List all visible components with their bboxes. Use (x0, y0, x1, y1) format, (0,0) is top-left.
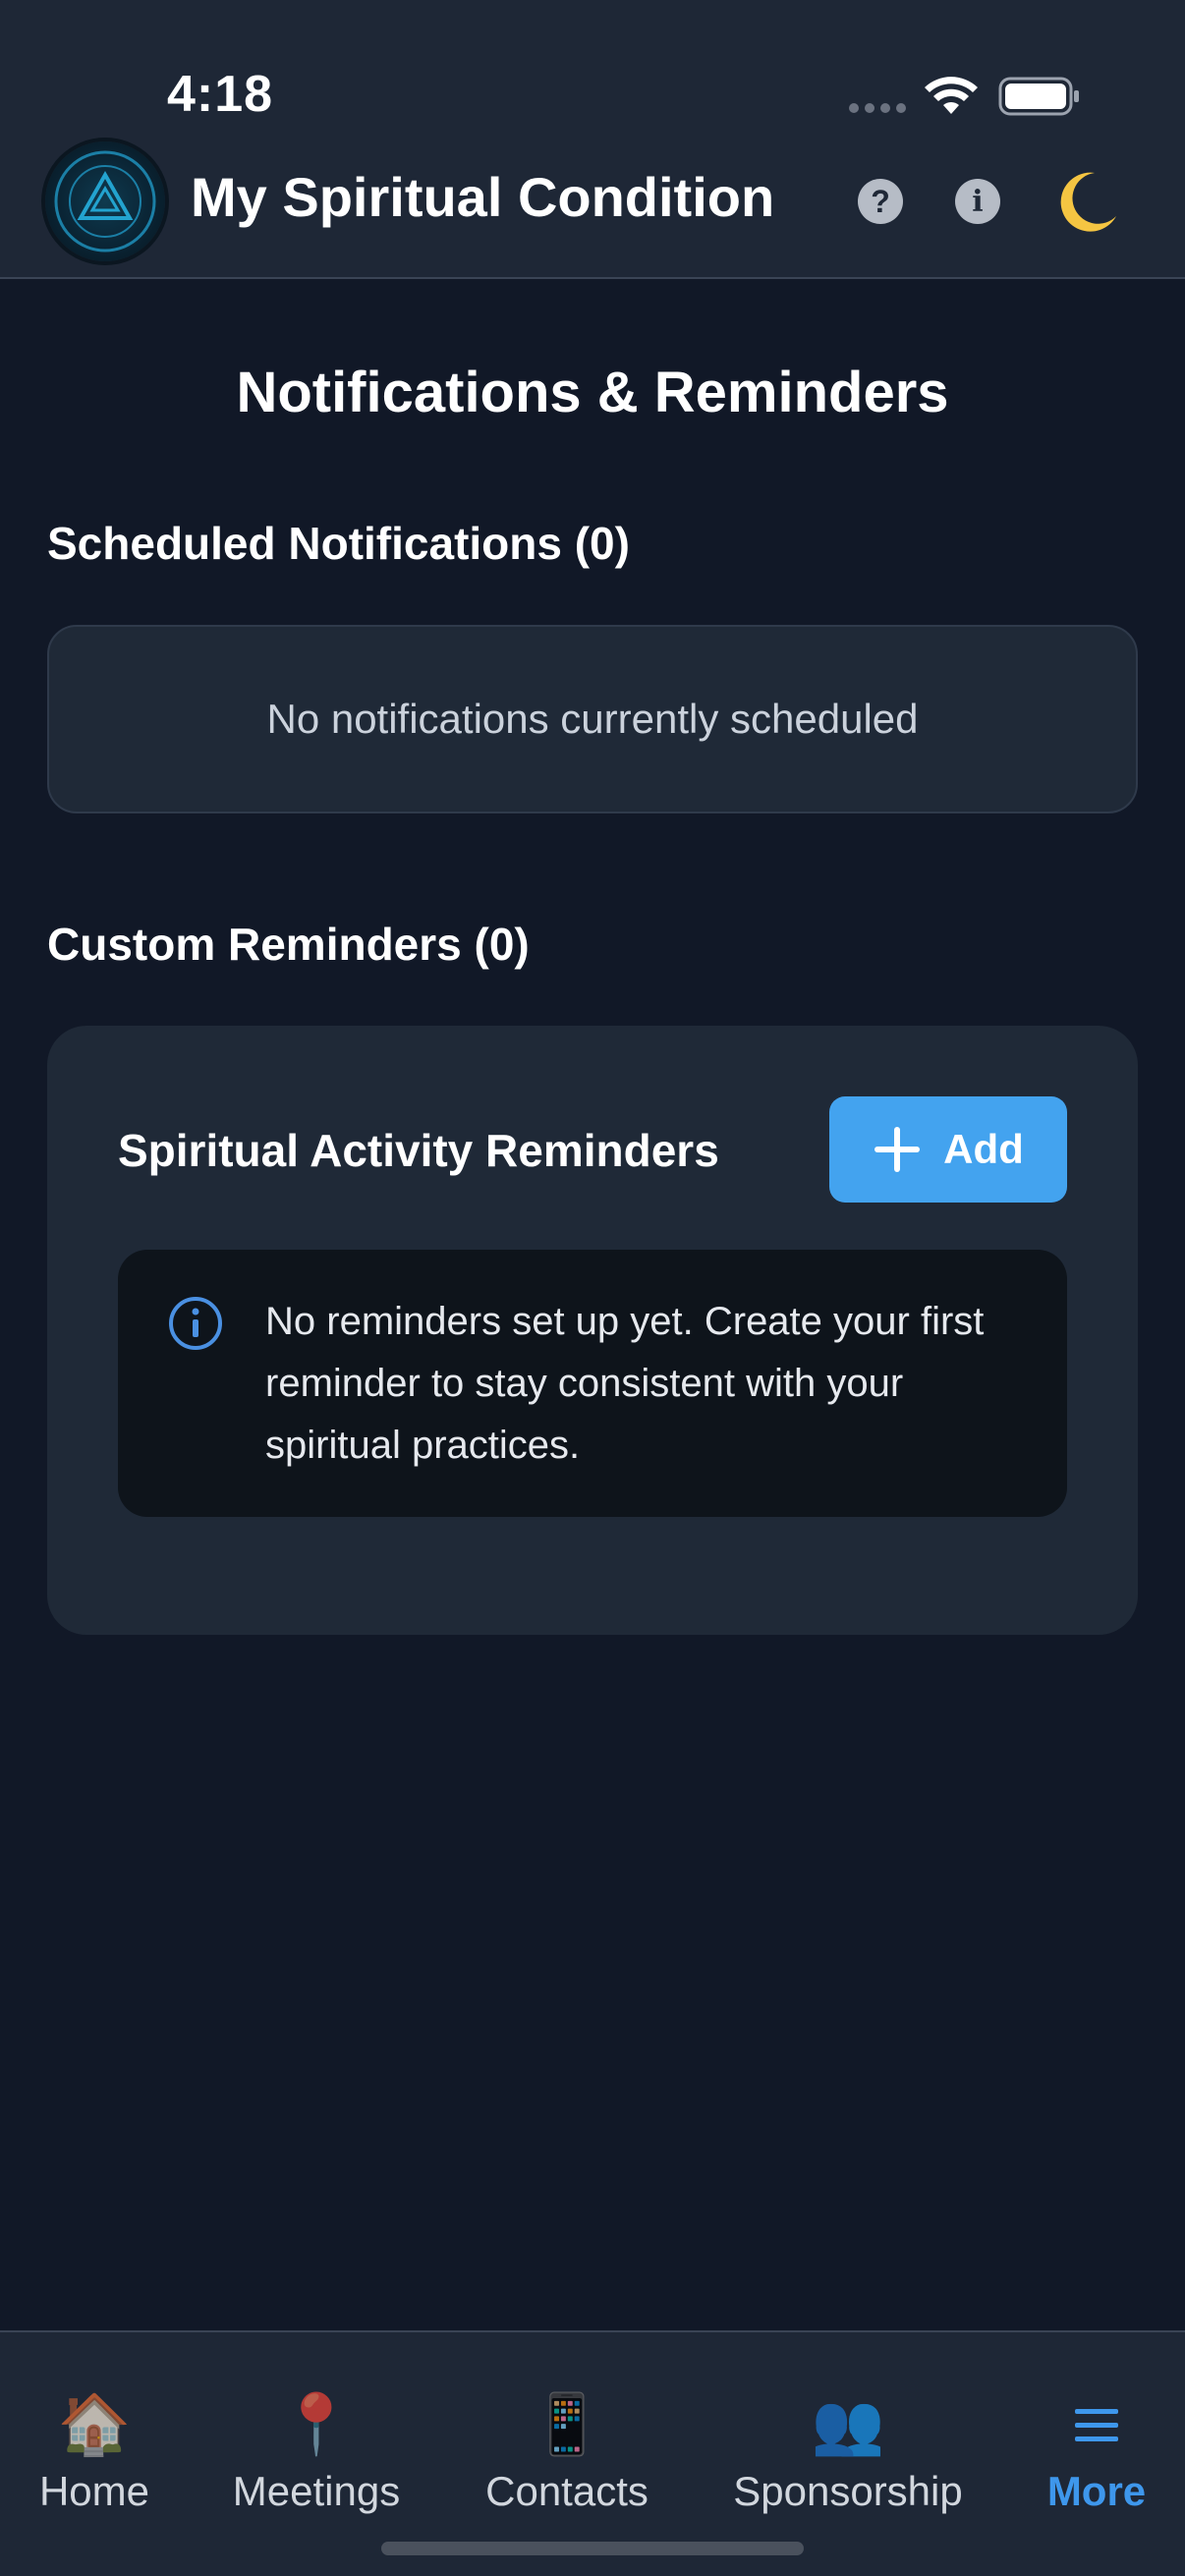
home-icon: 🏠 (57, 2391, 132, 2457)
logo-emblem-icon (54, 150, 156, 252)
nav-more-label: More (1046, 2468, 1147, 2514)
people-icon: 👥 (811, 2391, 885, 2457)
nav-more[interactable]: More (1036, 2387, 1157, 2515)
nav-contacts[interactable]: 📱 Contacts (476, 2387, 658, 2515)
menu-icon (1075, 2387, 1118, 2462)
bottom-navigation: 🏠 Home 📍 Meetings 📱 Contacts 👥 Sponsorsh… (0, 2330, 1185, 2576)
reminders-card: Spiritual Activity Reminders Add No remi… (47, 1026, 1138, 1635)
wifi-icon (925, 77, 978, 114)
reminders-card-title: Spiritual Activity Reminders (118, 1125, 719, 1176)
scheduled-empty-text: No notifications currently scheduled (266, 696, 919, 742)
app-title: My Spiritual Condition (191, 166, 775, 228)
battery-icon (998, 77, 1079, 116)
nav-sponsorship[interactable]: 👥 Sponsorship (727, 2387, 969, 2515)
nav-home[interactable]: 🏠 Home (35, 2387, 153, 2515)
plus-icon (875, 1127, 921, 1172)
nav-meetings[interactable]: 📍 Meetings (224, 2387, 409, 2515)
custom-reminders-heading: Custom Reminders (0) (47, 919, 530, 970)
pin-icon: 📍 (279, 2391, 354, 2457)
cellular-signal-icon (849, 103, 906, 113)
moon-icon[interactable] (1051, 167, 1122, 238)
scheduled-notifications-heading: Scheduled Notifications (0) (47, 518, 630, 569)
status-time: 4:18 (167, 66, 274, 123)
nav-sponsorship-label: Sponsorship (733, 2468, 963, 2514)
no-reminders-text: No reminders set up yet. Create your fir… (265, 1300, 985, 1467)
app-header: 4:18 My Spiritual Condition ? i (0, 0, 1185, 279)
help-icon[interactable]: ? (858, 179, 903, 224)
home-indicator (381, 2542, 804, 2555)
info-icon[interactable]: i (955, 179, 1000, 224)
add-button-label: Add (943, 1126, 1024, 1172)
nav-contacts-label: Contacts (485, 2468, 649, 2514)
no-reminders-info: No reminders set up yet. Create your fir… (118, 1250, 1067, 1517)
app-logo (45, 141, 165, 261)
info-circle-icon (169, 1297, 222, 1350)
scheduled-empty-card: No notifications currently scheduled (47, 625, 1138, 813)
page-title: Notifications & Reminders (236, 361, 949, 424)
add-reminder-button[interactable]: Add (829, 1096, 1067, 1203)
nav-home-label: Home (38, 2468, 150, 2514)
phone-icon: 📱 (530, 2391, 604, 2457)
nav-meetings-label: Meetings (232, 2468, 401, 2514)
